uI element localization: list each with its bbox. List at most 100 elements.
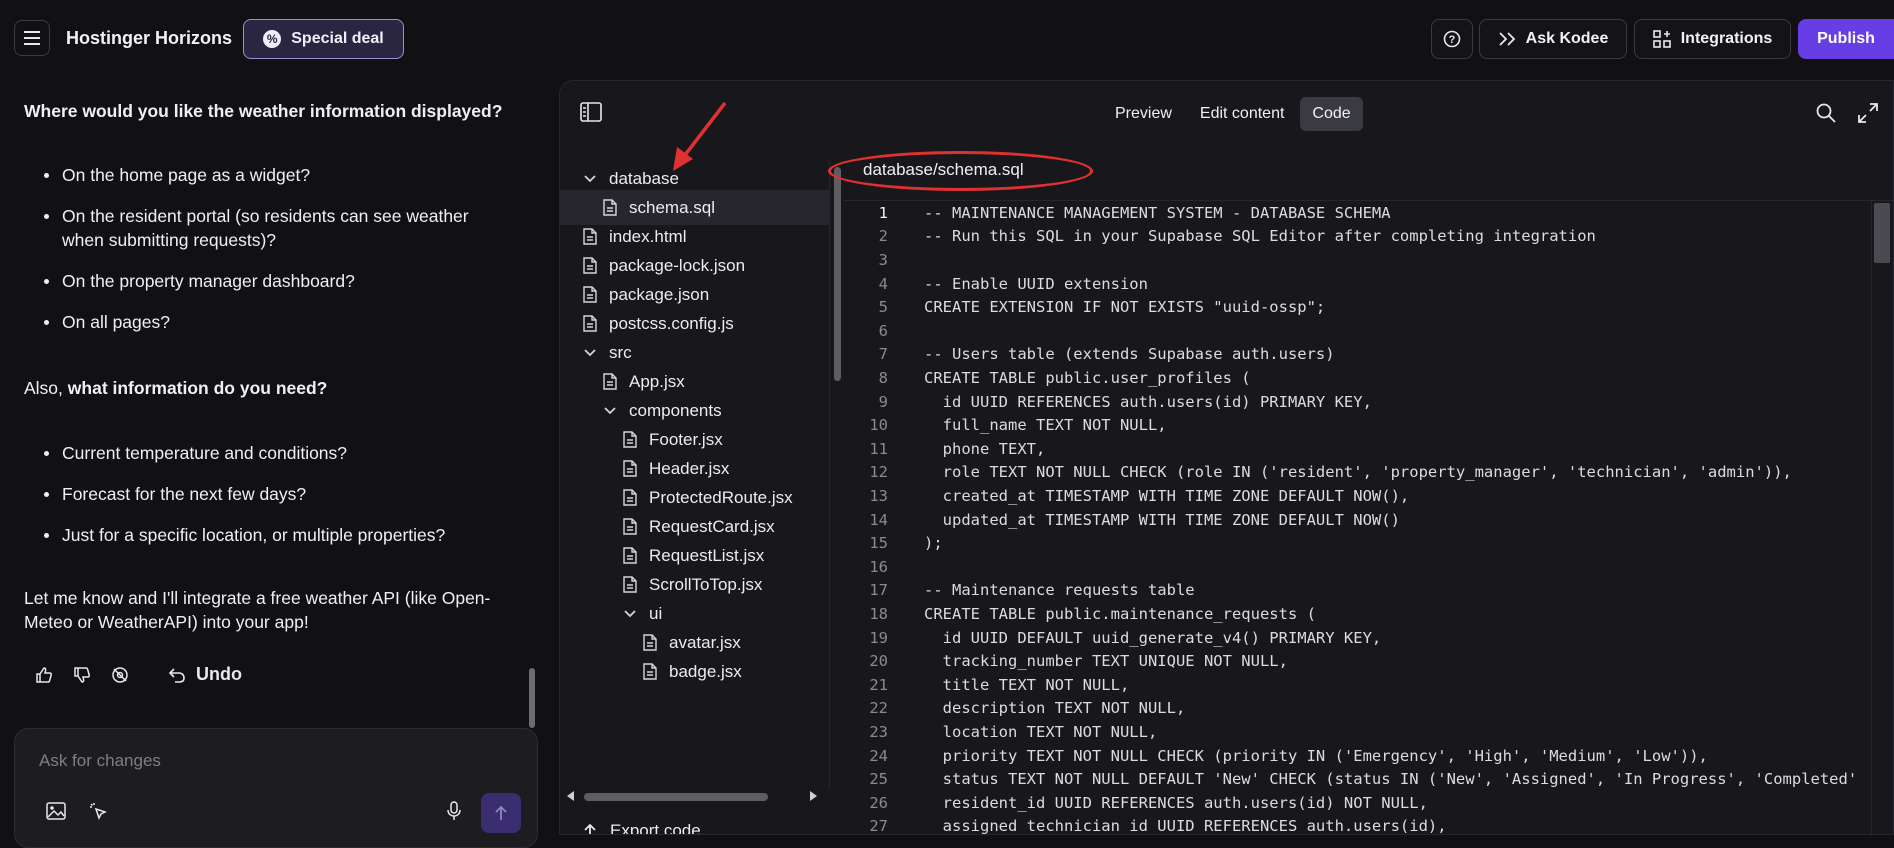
integrations-label: Integrations [1680,30,1773,47]
tab-preview[interactable]: Preview [1103,97,1184,131]
top-bar: Hostinger Horizons % Special deal ? Ask … [0,0,1894,78]
line-number: 22 [869,699,888,718]
code-text: CREATE TABLE public.maintenance_requests… [924,604,1316,623]
chat-panel: Where would you like the weather informa… [0,78,540,728]
sidebar-toggle-icon[interactable] [580,102,602,122]
code-line: 5 CREATE EXTENSION IF NOT EXISTS "uuid-os… [844,295,1884,319]
undo-button[interactable]: Undo [168,664,242,685]
tree-item-label: avatar.jsx [669,632,741,652]
send-button[interactable] [481,793,521,833]
file-icon [622,489,638,507]
code-text: id UUID REFERENCES auth.users(id) PRIMAR… [924,392,1372,411]
view-tabs: Preview Edit content Code [1100,94,1366,134]
tree-file-item[interactable]: badge.jsx [560,654,829,689]
editor-header: Preview Edit content Code [560,81,1893,143]
code-line: 9 id UUID REFERENCES auth.users(id) PRIM… [844,390,1884,414]
chat-question: Where would you like the weather informa… [24,101,503,121]
code-line: 16 [844,555,1884,579]
export-code-button[interactable]: Export code [582,821,701,834]
line-number: 6 [878,321,888,340]
code-text: created_at TIMESTAMP WITH TIME ZONE DEFA… [924,486,1410,505]
select-element-icon[interactable] [87,800,109,822]
line-number: 16 [869,557,888,576]
microphone-icon[interactable] [443,800,465,822]
info-options-list: Current temperature and conditions? Fore… [38,441,498,564]
file-icon [582,315,598,333]
code-line: 24 priority TEXT NOT NULL CHECK (priorit… [844,744,1884,768]
undo-label: Undo [196,664,242,684]
tab-edit-content[interactable]: Edit content [1188,97,1297,131]
file-tree-hscrollbar[interactable] [560,789,842,803]
code-editor[interactable]: 1 -- MAINTENANCE MANAGEMENT SYSTEM - DATA… [844,201,1884,835]
line-number: 17 [869,581,888,600]
code-text: location TEXT NOT NULL, [924,722,1158,741]
sparkle-icon [1499,32,1515,46]
tree-item-label: components [629,400,722,420]
help-button[interactable]: ? [1431,19,1473,59]
code-text: full_name TEXT NOT NULL, [924,416,1167,435]
code-line: 20 tracking_number TEXT UNIQUE NOT NULL, [844,649,1884,673]
tree-item-label: Footer.jsx [649,429,723,449]
hide-icon[interactable] [110,665,130,685]
code-text: resident_id UUID REFERENCES auth.users(i… [924,793,1428,812]
file-icon [582,228,598,246]
tree-item-label: ScrollToTop.jsx [649,574,763,594]
line-number: 20 [869,652,888,671]
special-deal-label: Special deal [291,30,384,47]
code-line: 18 CREATE TABLE public.maintenance_reques… [844,602,1884,626]
file-icon [642,634,658,652]
menu-button[interactable] [14,20,50,56]
line-number: 11 [869,439,888,458]
scroll-right-icon[interactable] [810,791,818,801]
file-icon [582,286,598,304]
tree-item-label: RequestList.jsx [649,545,765,565]
code-line: 15); [844,531,1884,555]
line-number: 1 [878,203,888,222]
code-text: title TEXT NOT NULL, [924,675,1130,694]
image-icon[interactable] [45,800,67,822]
line-number: 10 [869,416,888,435]
ask-kodee-button[interactable]: Ask Kodee [1479,19,1627,59]
chat-scrollbar[interactable] [529,88,535,728]
editor-panel: Preview Edit content Code database schema… [559,80,1894,835]
line-number: 23 [869,722,888,741]
code-text: role TEXT NOT NULL CHECK (role IN ('resi… [924,463,1792,482]
line-number: 25 [869,770,888,789]
line-number: 2 [878,227,888,246]
feedback-bar: Undo [34,664,242,685]
code-line: 8 CREATE TABLE public.user_profiles ( [844,366,1884,390]
special-deal-button[interactable]: % Special deal [243,19,404,59]
line-number: 9 [878,392,888,411]
thumbs-down-icon[interactable] [72,665,92,685]
code-line: 1 -- MAINTENANCE MANAGEMENT SYSTEM - DATA… [844,201,1884,225]
list-item: On the resident portal (so residents can… [38,204,498,252]
integrations-icon [1652,30,1671,48]
ask-input[interactable] [39,749,499,773]
expand-icon[interactable] [1857,102,1879,124]
hamburger-icon [24,31,40,45]
file-icon [622,576,638,594]
annotation-ellipse [828,151,1093,191]
code-text: assigned_technician_id UUID REFERENCES a… [924,817,1447,835]
code-text: priority TEXT NOT NULL CHECK (priority I… [924,746,1708,765]
code-text: CREATE TABLE public.user_profiles ( [924,368,1251,387]
code-line: 26 resident_id UUID REFERENCES auth.user… [844,791,1884,815]
file-tree-scrollbar[interactable] [830,159,844,834]
integrations-button[interactable]: Integrations [1634,19,1791,59]
location-options-list: On the home page as a widget? On the res… [38,163,498,351]
thumbs-up-icon[interactable] [34,665,54,685]
code-line: 25 status TEXT NOT NULL DEFAULT 'New' CH… [844,767,1884,791]
tree-item-label: index.html [609,226,687,246]
code-line: 17 -- Maintenance requests table [844,579,1884,603]
code-text: -- Maintenance requests table [924,581,1195,600]
scroll-left-icon[interactable] [566,791,574,801]
tree-item-label: postcss.config.js [609,313,734,333]
code-text: phone TEXT, [924,439,1046,458]
code-line: 12 role TEXT NOT NULL CHECK (role IN ('r… [844,461,1884,485]
search-icon[interactable] [1815,102,1837,124]
publish-button[interactable]: Publish [1798,19,1894,59]
code-scrollbar[interactable] [1871,201,1891,834]
tab-code[interactable]: Code [1300,97,1363,131]
list-item: On all pages? [38,310,498,334]
list-item: On the property manager dashboard? [38,269,498,293]
